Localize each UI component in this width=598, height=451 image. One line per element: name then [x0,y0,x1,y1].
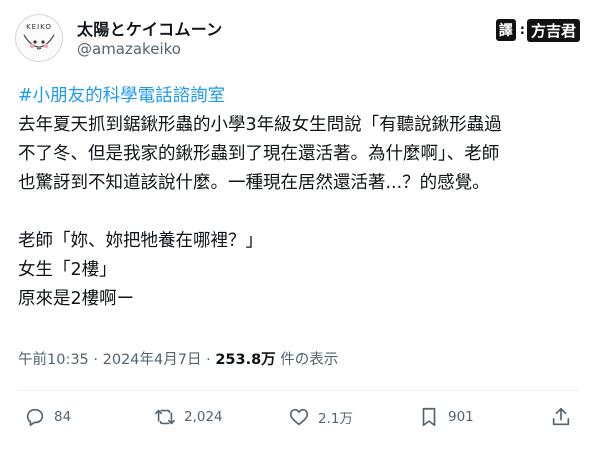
divider [18,390,580,391]
avatar[interactable]: KEIKO [15,14,63,62]
share-icon [552,407,570,426]
meta-separator: · [201,352,216,368]
post-line: 也驚訝到不知道該說什麼。一種現在居然還活著...？的感覺。 [18,173,490,193]
post-line: 老師「妳、妳把牠養在哪裡？」 [18,231,263,251]
view-count[interactable]: 253.8万 [215,352,275,368]
bookmark-button[interactable]: 901 [418,406,474,428]
badge-colon: : [519,22,525,38]
reply-count: 84 [54,409,72,425]
reply-icon [26,408,44,427]
badge-name: 方吉君 [526,18,580,42]
retweet-icon [155,409,175,425]
action-bar: 84 2,024 2.1万 901 [18,406,580,436]
repost-count: 2,024 [184,409,223,425]
post-line: 去年夏天抓到鋸鍬形蟲的小學3年級女生問說「有聽說鍬形蟲過 [18,115,502,135]
bookmark-icon [422,407,436,427]
share-button[interactable] [550,406,572,428]
post-meta: 午前10:35 · 2024年4月7日 · 253.8万 件の表示 [18,348,338,369]
post-line: 不了冬、但是我家的鍬形蟲到了現在還活著。為什麼啊」、老師 [18,144,500,164]
like-button[interactable]: 2.1万 [288,406,353,428]
like-icon [289,408,309,426]
post-text: #小朋友的科學電話諮詢室 去年夏天抓到鋸鍬形蟲的小學3年級女生問說「有聽說鍬形蟲… [18,82,583,314]
display-name[interactable]: 太陽とケイコムーン [77,16,223,40]
like-count: 2.1万 [318,411,353,427]
meta-separator: · [88,352,103,368]
post-header: KEIKO 太陽とケイコムーン @amazakeiko 譯 : 方吉君 [15,12,580,64]
account-handle[interactable]: @amazakeiko [77,40,181,58]
reply-button[interactable]: 84 [24,406,71,428]
badge-chip: 譯 [495,19,516,41]
keiko-logo-icon: KEIKO [23,23,55,50]
post-line: 女生「2樓」 [18,260,117,280]
hashtag-link[interactable]: #小朋友的科學電話諮詢室 [18,82,583,111]
post-time[interactable]: 午前10:35 [18,352,89,368]
translator-badge: 譯 : 方吉君 [495,18,580,42]
bookmark-count: 901 [448,409,474,425]
avatar-text: KEIKO [26,23,52,31]
repost-button[interactable]: 2,024 [154,406,223,428]
post-date[interactable]: 2024年4月7日 [103,352,202,368]
view-label: 件の表示 [275,352,339,368]
post-line: 原來是2樓啊ー [18,289,135,309]
